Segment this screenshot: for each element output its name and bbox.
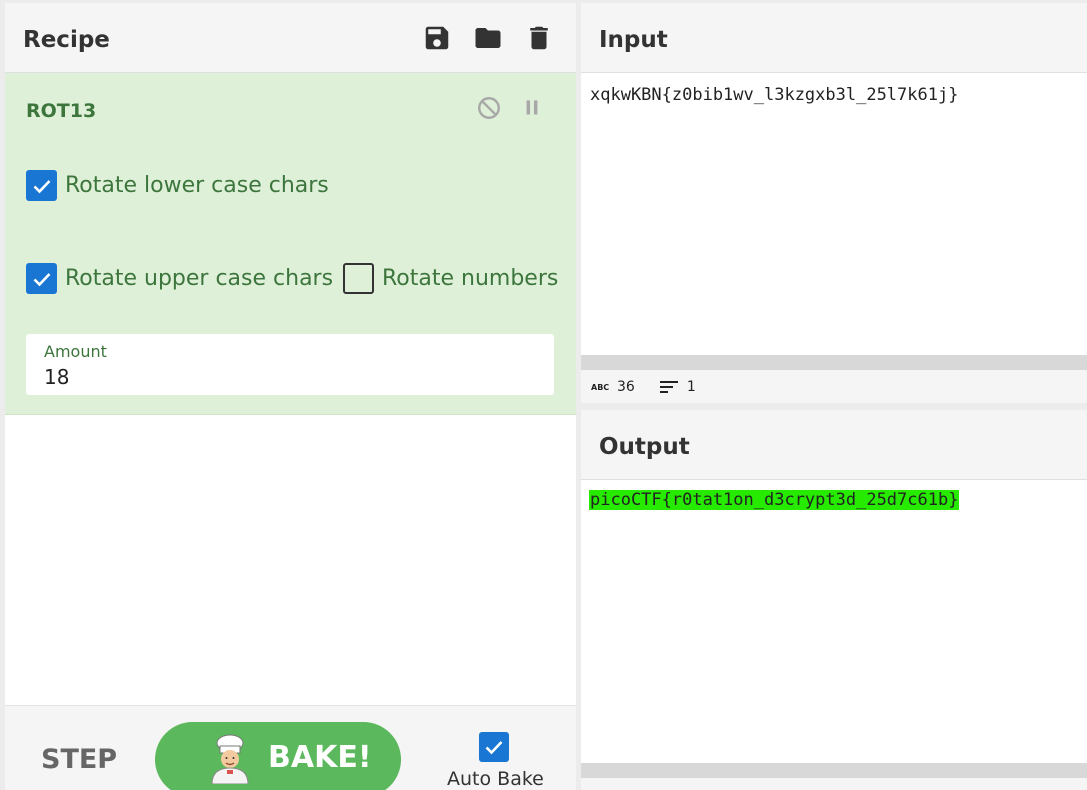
rotate-lower-label: Rotate lower case chars (65, 173, 329, 198)
checkbox-unchecked-icon[interactable] (343, 263, 374, 294)
amount-value[interactable]: 18 (44, 365, 69, 389)
amount-label: Amount (44, 342, 107, 361)
step-button[interactable]: STEP (41, 744, 117, 775)
bake-label: BAKE! (268, 740, 372, 775)
output-status-bar (581, 778, 1087, 790)
checkbox-checked-icon (485, 741, 503, 755)
auto-bake-checkbox[interactable] (479, 732, 509, 762)
chef-icon (211, 734, 249, 784)
amount-field[interactable]: Amount 18 (26, 334, 554, 395)
input-header: Input (581, 3, 1087, 73)
recipe-title: Recipe (23, 27, 110, 53)
abc-icon: ABC (591, 383, 609, 392)
cyberchef-app: Recipe ROT13 Rotate lower case chars Rot… (0, 0, 1087, 790)
input-status-bar: ABC 36 1 (581, 370, 1087, 403)
trash-icon[interactable] (522, 21, 556, 55)
input-resize-handle[interactable] (581, 355, 1087, 370)
lines-stat: 1 (659, 379, 696, 395)
rot13-operation: ROT13 Rotate lower case chars Rotate upp… (5, 73, 576, 415)
output-textarea[interactable]: picoCTF{r0tat1on_d3crypt3d_25d7c61b} (581, 480, 1087, 763)
output-title: Output (599, 434, 690, 460)
rotate-numbers-label: Rotate numbers (382, 266, 559, 291)
checkbox-checked-icon[interactable] (26, 263, 57, 294)
rotate-lower-checkbox[interactable]: Rotate lower case chars (26, 170, 329, 201)
bake-controls: STEP BAKE! Auto Bake (5, 705, 576, 790)
operation-title: ROT13 (26, 100, 97, 122)
rotate-upper-checkbox[interactable]: Rotate upper case chars (26, 263, 333, 294)
auto-bake-label: Auto Bake (447, 768, 544, 790)
recipe-pane: Recipe ROT13 Rotate lower case chars Rot… (5, 3, 576, 790)
rotate-numbers-checkbox[interactable]: Rotate numbers (343, 263, 558, 294)
lines-value: 1 (686, 378, 696, 395)
rotate-upper-label: Rotate upper case chars (65, 266, 334, 291)
lines-icon (659, 380, 678, 393)
output-text: picoCTF{r0tat1on_d3crypt3d_25d7c61b} (589, 490, 960, 510)
bake-button[interactable]: BAKE! (155, 722, 401, 790)
input-textarea[interactable]: xqkwKBN{z0bib1wv_l3kzgxb3l_25l7k61j} (581, 73, 1087, 355)
checkbox-checked-icon[interactable] (26, 170, 57, 201)
length-value: 36 (617, 378, 635, 395)
input-text: xqkwKBN{z0bib1wv_l3kzgxb3l_25l7k61j} (590, 85, 959, 105)
length-stat: ABC 36 (591, 379, 635, 395)
output-resize-handle[interactable] (581, 763, 1087, 778)
save-icon[interactable] (420, 21, 454, 55)
pause-icon[interactable] (517, 93, 547, 123)
svg-text:ABC: ABC (591, 383, 609, 392)
io-pane: Input xqkwKBN{z0bib1wv_l3kzgxb3l_25l7k61… (581, 3, 1087, 790)
recipe-header: Recipe (5, 3, 576, 73)
output-header: Output (581, 410, 1087, 480)
folder-icon[interactable] (471, 21, 505, 55)
input-title: Input (599, 27, 668, 53)
disable-icon[interactable] (474, 93, 504, 123)
